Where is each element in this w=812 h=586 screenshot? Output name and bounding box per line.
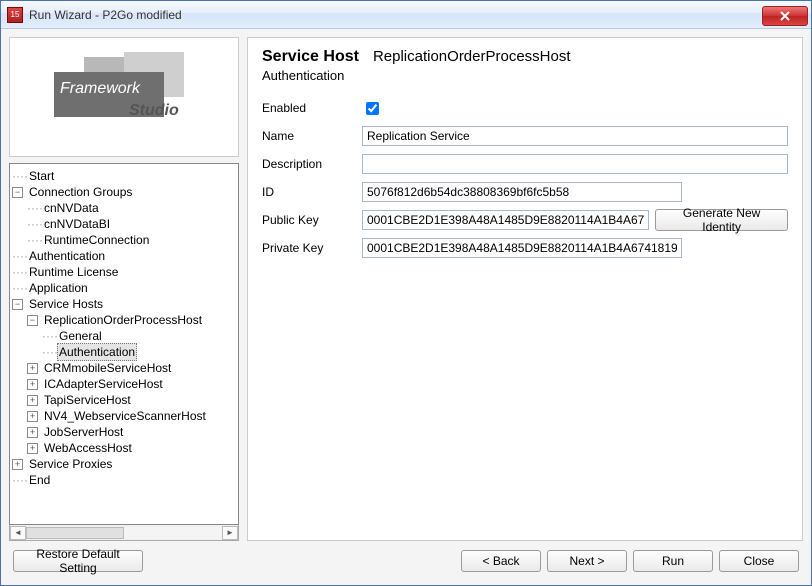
name-input[interactable] (362, 126, 788, 146)
logo: Framework Studio (44, 52, 204, 142)
tree-item-service-hosts[interactable]: −Service Hosts (12, 296, 236, 312)
public-key-field[interactable] (362, 210, 649, 230)
tree-item-jobserverhost[interactable]: +JobServerHost (12, 424, 236, 440)
footer: Restore Default Setting < Back Next > Ru… (9, 541, 803, 577)
app-icon: 15 (7, 7, 23, 23)
tree-item-nv4webservicescannerhost[interactable]: +NV4_WebserviceScannerHost (12, 408, 236, 424)
tree-item-service-proxies[interactable]: +Service Proxies (12, 456, 236, 472)
logo-box: Framework Studio (9, 37, 239, 157)
close-icon (780, 11, 790, 21)
heading-hostname: ReplicationOrderProcessHost (373, 48, 571, 65)
page-heading: Service Host ReplicationOrderProcessHost (262, 48, 788, 66)
left-pane: Framework Studio ····Start −Connection G… (9, 37, 239, 541)
expand-icon[interactable]: + (27, 443, 38, 454)
heading-label: Service Host (262, 48, 359, 66)
expand-icon[interactable]: + (27, 427, 38, 438)
tree-item-connection-groups[interactable]: −Connection Groups (12, 184, 236, 200)
client-area: Framework Studio ····Start −Connection G… (1, 29, 811, 585)
label-name: Name (262, 129, 362, 143)
tree-item-tapiservicehost[interactable]: +TapiServiceHost (12, 392, 236, 408)
window: 15 Run Wizard - P2Go modified Framework … (0, 0, 812, 586)
content-pane: Service Host ReplicationOrderProcessHost… (247, 37, 803, 541)
label-enabled: Enabled (262, 101, 362, 115)
row-description: Description (262, 153, 788, 175)
close-button[interactable]: Close (719, 550, 799, 572)
label-public-key: Public Key (262, 213, 362, 227)
expand-icon[interactable]: + (27, 379, 38, 390)
label-description: Description (262, 157, 362, 171)
tree-item-runtimeconnection[interactable]: ····RuntimeConnection (12, 232, 236, 248)
row-enabled: Enabled (262, 97, 788, 119)
scroll-right-icon[interactable]: ► (222, 526, 238, 540)
logo-text-framework: Framework (60, 80, 140, 98)
collapse-icon[interactable]: − (12, 187, 23, 198)
expand-icon[interactable]: + (27, 411, 38, 422)
back-button[interactable]: < Back (461, 550, 541, 572)
tree-item-replicationorderprocesshost[interactable]: −ReplicationOrderProcessHost (12, 312, 236, 328)
generate-identity-button[interactable]: Generate New Identity (655, 209, 788, 231)
label-id: ID (262, 185, 362, 199)
main-split: Framework Studio ····Start −Connection G… (9, 37, 803, 541)
window-close-button[interactable] (762, 6, 808, 26)
enabled-checkbox[interactable] (366, 102, 379, 115)
private-key-field[interactable] (362, 238, 682, 258)
label-private-key: Private Key (262, 241, 362, 255)
collapse-icon[interactable]: − (27, 315, 38, 326)
tree-item-start[interactable]: ····Start (12, 168, 236, 184)
scroll-track[interactable] (26, 527, 222, 539)
page-subheading: Authentication (262, 68, 788, 83)
tree-item-webaccesshost[interactable]: +WebAccessHost (12, 440, 236, 456)
collapse-icon[interactable]: − (12, 299, 23, 310)
tree-item-cnnvdata[interactable]: ····cnNVData (12, 200, 236, 216)
expand-icon[interactable]: + (27, 363, 38, 374)
scroll-thumb[interactable] (26, 527, 124, 539)
window-title: Run Wizard - P2Go modified (29, 8, 762, 22)
row-id: ID (262, 181, 788, 203)
tree-item-runtime-license[interactable]: ····Runtime License (12, 264, 236, 280)
tree-item-application[interactable]: ····Application (12, 280, 236, 296)
tree-item-authentication-sub[interactable]: ····Authentication (12, 344, 236, 360)
row-name: Name (262, 125, 788, 147)
tree-horizontal-scrollbar[interactable]: ◄ ► (9, 525, 239, 541)
run-button[interactable]: Run (633, 550, 713, 572)
restore-default-button[interactable]: Restore Default Setting (13, 550, 143, 572)
tree-item-icadapterservicehost[interactable]: +ICAdapterServiceHost (12, 376, 236, 392)
scroll-left-icon[interactable]: ◄ (10, 526, 26, 540)
tree-item-authentication[interactable]: ····Authentication (12, 248, 236, 264)
titlebar: 15 Run Wizard - P2Go modified (1, 1, 811, 29)
tree-item-end[interactable]: ····End (12, 472, 236, 488)
tree-item-cnnvdatabi[interactable]: ····cnNVDataBI (12, 216, 236, 232)
logo-text-studio: Studio (129, 102, 179, 120)
id-field[interactable] (362, 182, 682, 202)
nav-tree[interactable]: ····Start −Connection Groups ····cnNVDat… (9, 163, 239, 525)
row-private-key: Private Key (262, 237, 788, 259)
expand-icon[interactable]: + (27, 395, 38, 406)
tree-item-crmmobileservicehost[interactable]: +CRMmobileServiceHost (12, 360, 236, 376)
row-public-key: Public Key Generate New Identity (262, 209, 788, 231)
description-input[interactable] (362, 154, 788, 174)
expand-icon[interactable]: + (12, 459, 23, 470)
next-button[interactable]: Next > (547, 550, 627, 572)
tree-item-general[interactable]: ····General (12, 328, 236, 344)
